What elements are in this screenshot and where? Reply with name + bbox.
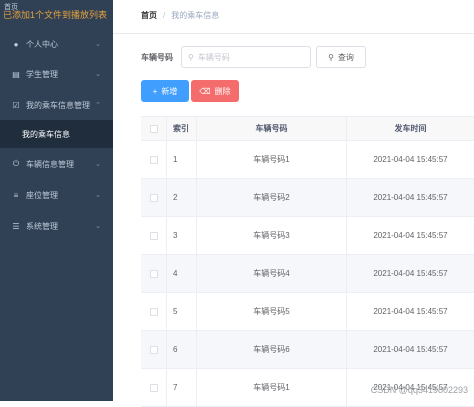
- sidebar-item-system[interactable]: ☰ 系统管理 ⌄: [0, 212, 113, 240]
- row-time: 2021-04-04 15:45:57: [373, 345, 448, 354]
- main-content: 首页 / 我的乘车信息 车辆号码 ⚲ 车辆号码 ⚲ 查询 + 新增 ⌫ 删除 索…: [113, 0, 474, 407]
- breadcrumb-home[interactable]: 首页: [141, 10, 157, 21]
- sidebar-item-label: 我的乘车信息管理: [26, 100, 90, 110]
- row-time: 2021-04-04 15:45:57: [373, 269, 448, 278]
- row-checkbox[interactable]: [149, 345, 158, 354]
- table-row[interactable]: 2 车辆号码2 2021-04-04 15:45:57: [141, 179, 474, 217]
- add-button[interactable]: + 新增: [141, 80, 189, 102]
- row-index: 7: [167, 369, 197, 406]
- list-icon: ▤: [12, 69, 20, 79]
- row-plate: 车辆号码1: [197, 369, 347, 406]
- row-index: 5: [167, 293, 197, 330]
- chevron-down-icon: ⌄: [95, 161, 101, 168]
- sidebar-item-label: 我的乘车信息: [22, 129, 70, 139]
- header-plate: 车辆号码: [197, 117, 347, 140]
- row-checkbox[interactable]: [149, 383, 158, 392]
- chevron-up-icon: ⌃: [95, 102, 101, 109]
- table-header: 索引 车辆号码 发车时间: [141, 117, 474, 141]
- search-placeholder: 车辆号码: [197, 52, 230, 62]
- search-icon: ⚲: [188, 52, 194, 62]
- select-all-checkbox[interactable]: [149, 124, 158, 133]
- chevron-down-icon: ⌄: [95, 41, 101, 48]
- sidebar-item-my-rides[interactable]: 我的乘车信息: [0, 120, 113, 148]
- search-icon: ⚲: [328, 52, 334, 62]
- menu-icon: ≡: [13, 190, 19, 200]
- sidebar-item-label: 学生管理: [26, 69, 58, 79]
- row-checkbox[interactable]: [149, 269, 158, 278]
- sidebar-item-label: 座位管理: [26, 190, 58, 200]
- table-row[interactable]: 5 车辆号码5 2021-04-04 15:45:57: [141, 293, 474, 331]
- header-index: 索引: [167, 117, 197, 140]
- chevron-down-icon: ⌄: [95, 71, 101, 78]
- row-checkbox[interactable]: [149, 231, 158, 240]
- sidebar: 首页 ● 个人中心 ⌄ ▤ 学生管理 ⌄ ☑ 我的乘车信息管理 ⌃ 我的乘车信息…: [0, 0, 113, 401]
- breadcrumb: 首页 / 我的乘车信息: [141, 10, 219, 21]
- query-button-label: 查询: [337, 52, 354, 62]
- row-index: 3: [167, 217, 197, 254]
- row-index: 6: [167, 331, 197, 368]
- csdn-watermark: CSDN @qq3419802293: [370, 385, 468, 395]
- power-icon: ⏻: [12, 159, 20, 168]
- header-divider: [113, 33, 474, 34]
- row-index: 1: [167, 141, 197, 178]
- sidebar-item-label: 个人中心: [26, 39, 58, 49]
- table-row[interactable]: 3 车辆号码3 2021-04-04 15:45:57: [141, 217, 474, 255]
- row-time: 2021-04-04 15:45:57: [373, 155, 448, 164]
- table-row[interactable]: 4 车辆号码4 2021-04-04 15:45:57: [141, 255, 474, 293]
- table-row[interactable]: 6 车辆号码6 2021-04-04 15:45:57: [141, 331, 474, 369]
- sidebar-item-label: 车辆信息管理: [26, 159, 74, 169]
- sidebar-item-seats[interactable]: ≡ 座位管理 ⌄: [0, 181, 113, 209]
- row-checkbox[interactable]: [149, 307, 158, 316]
- row-checkbox[interactable]: [149, 155, 158, 164]
- playlist-notification: 已添加1个文件到播放列表: [3, 10, 108, 20]
- row-time: 2021-04-04 15:45:57: [373, 231, 448, 240]
- row-index: 2: [167, 179, 197, 216]
- trash-icon: ⌫: [199, 86, 211, 96]
- row-plate: 车辆号码5: [197, 293, 347, 330]
- row-checkbox[interactable]: [149, 193, 158, 202]
- row-plate: 车辆号码1: [197, 141, 347, 178]
- user-icon: ●: [13, 39, 19, 49]
- breadcrumb-current: 我的乘车信息: [171, 11, 220, 20]
- row-plate: 车辆号码3: [197, 217, 347, 254]
- search-label: 车辆号码: [141, 53, 173, 62]
- breadcrumb-separator: /: [163, 11, 166, 20]
- stack-icon: ☰: [12, 221, 20, 231]
- row-time: 2021-04-04 15:45:57: [373, 307, 448, 316]
- header-time: 发车时间: [394, 124, 427, 133]
- row-plate: 车辆号码4: [197, 255, 347, 292]
- data-table: 索引 车辆号码 发车时间 1 车辆号码1 2021-04-04 15:45:57…: [141, 116, 474, 407]
- chevron-down-icon: ⌄: [95, 223, 101, 230]
- sidebar-item-ride-management[interactable]: ☑ 我的乘车信息管理 ⌃: [0, 91, 113, 119]
- query-button[interactable]: ⚲ 查询: [316, 46, 366, 68]
- checkbox-icon: ☑: [12, 100, 20, 110]
- sidebar-item-vehicles[interactable]: ⏻ 车辆信息管理 ⌄: [0, 150, 113, 178]
- add-button-label: 新增: [161, 86, 178, 96]
- row-plate: 车辆号码6: [197, 331, 347, 368]
- chevron-down-icon: ⌄: [95, 192, 101, 199]
- sidebar-item-label: 系统管理: [26, 221, 58, 231]
- delete-button[interactable]: ⌫ 删除: [191, 80, 239, 102]
- sidebar-item-profile[interactable]: ● 个人中心 ⌄: [0, 30, 113, 58]
- row-plate: 车辆号码2: [197, 179, 347, 216]
- plus-icon: +: [152, 86, 158, 96]
- delete-button-label: 删除: [214, 86, 231, 96]
- row-time: 2021-04-04 15:45:57: [373, 193, 448, 202]
- table-row[interactable]: 1 车辆号码1 2021-04-04 15:45:57: [141, 141, 474, 179]
- row-index: 4: [167, 255, 197, 292]
- search-input[interactable]: ⚲ 车辆号码: [181, 46, 311, 68]
- sidebar-item-students[interactable]: ▤ 学生管理 ⌄: [0, 60, 113, 88]
